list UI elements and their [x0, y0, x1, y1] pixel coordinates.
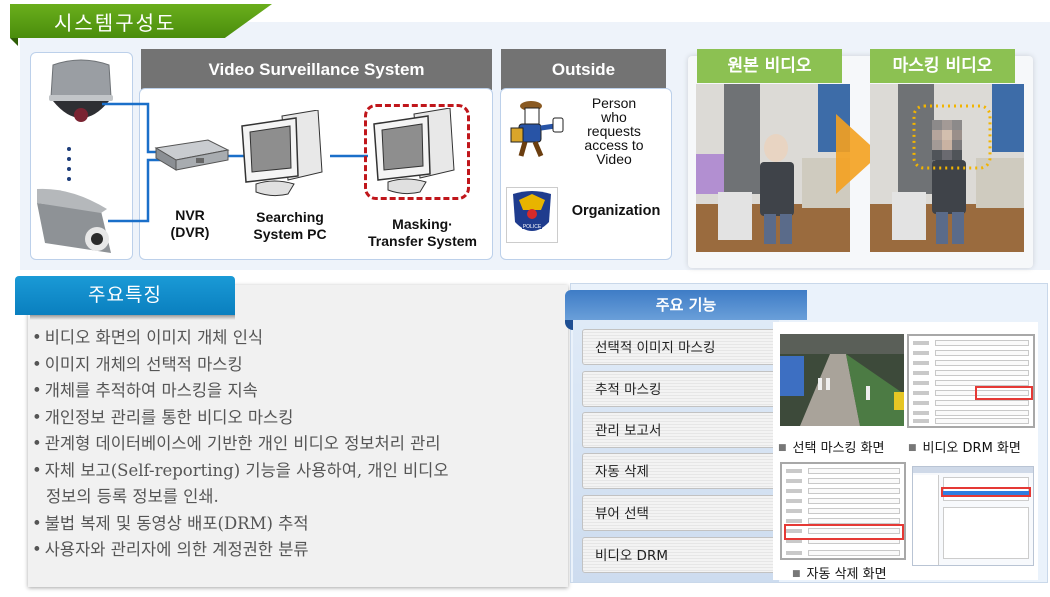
searching-pc-label: Searching System PC: [240, 209, 340, 243]
function-button-selective-masking[interactable]: 선택적 이미지 마스킹: [582, 329, 778, 365]
requester-label-line: requests: [587, 123, 641, 139]
requester-label-line: Video: [596, 151, 632, 167]
feature-item: • 개체를 추적하여 마스킹을 지속: [32, 378, 449, 405]
requester-person-icon: [510, 101, 564, 157]
function-button-viewer-select[interactable]: 뷰어 선택: [582, 495, 778, 531]
police-badge-frame: POLICE: [506, 187, 558, 243]
bullet-icon: •: [32, 407, 42, 427]
feature-item: • 관계형 데이터베이스에 기반한 개인 비디오 정보처리 관리: [32, 431, 449, 458]
bullet-icon: •: [32, 354, 42, 374]
feature-text-continuation: 정보의 등록 정보를 인쇄.: [46, 487, 219, 506]
requester-label-line: access to: [584, 137, 644, 153]
bullet-icon: •: [32, 513, 42, 533]
selective-masking-screenshot: [780, 334, 904, 426]
feature-text: 자체 보고(Self-reporting) 기능을 사용하여, 개인 비디오: [44, 460, 449, 480]
features-tab-shadow: [30, 315, 235, 320]
square-bullet-icon: ■: [792, 569, 801, 579]
features-title: 주요특징: [15, 276, 235, 315]
bullet-icon: •: [32, 540, 42, 559]
function-button-auto-delete[interactable]: 자동 삭제: [582, 453, 778, 489]
feature-item: • 비디오 화면의 이미지 개체 인식: [32, 325, 449, 352]
feature-item: • 사용자와 관리자에 의한 계정권한 분류: [32, 537, 449, 564]
street-scene-image: [780, 334, 904, 426]
searching-pc-label-line: Searching: [256, 209, 324, 225]
auto-delete-highlight-box: [784, 524, 904, 540]
drm-app-highlight-box: [941, 487, 1031, 497]
feature-text: 개인정보 관리를 통한 비디오 마스킹: [44, 407, 294, 427]
masked-video-frame: [870, 84, 1024, 252]
feature-text: 관계형 데이터베이스에 기반한 개인 비디오 정보처리 관리: [44, 434, 441, 453]
nvr-label-line: NVR: [175, 207, 205, 223]
feature-item: • 이미지 개체의 선택적 마스킹: [32, 352, 449, 379]
nvr-label: NVR (DVR): [160, 207, 220, 241]
masking-system-label-line: Transfer System: [368, 233, 477, 249]
police-badge-icon: POLICE: [513, 191, 551, 231]
feature-text: 이미지 개체의 선택적 마스킹: [44, 354, 243, 374]
masked-video-label: 마스킹 비디오: [870, 49, 1015, 83]
square-bullet-icon: ■: [778, 443, 787, 453]
caption-text: 비디오 DRM 화면: [922, 441, 1021, 456]
requester-label: Person who requests access to Video: [572, 96, 656, 166]
organization-label: Organization: [571, 203, 661, 219]
bullet-icon: •: [32, 328, 42, 347]
video-drm-caption: ■ 비디오 DRM 화면: [908, 437, 1021, 456]
drm-highlight-box: [975, 386, 1033, 400]
features-list: • 비디오 화면의 이미지 개체 인식 • 이미지 개체의 선택적 마스킹 • 개체를…: [32, 325, 449, 564]
feature-item: • 불법 복제 및 동영상 배포(DRM) 추적: [32, 511, 449, 538]
bullet-icon: •: [32, 460, 42, 480]
nvr-label-line: (DVR): [170, 224, 210, 240]
feature-text: 비디오 화면의 이미지 개체 인식: [44, 328, 264, 347]
functions-title: 주요 기능: [565, 290, 807, 320]
feature-text: 불법 복제 및 동영상 배포(DRM) 추적: [44, 513, 309, 533]
original-video-frame: [696, 84, 850, 252]
original-video-image: [696, 84, 850, 252]
feature-text: 사용자와 관리자에 의한 계정권한 분류: [44, 540, 309, 559]
caption-text: 선택 마스킹 화면: [792, 441, 885, 456]
bullet-icon: •: [32, 381, 42, 400]
nvr-recorder-icon: [154, 139, 230, 171]
masking-system-label-line: Masking·: [392, 216, 453, 232]
drm-application-screenshot: [912, 466, 1034, 566]
caption-text: 자동 삭제 화면: [806, 567, 887, 582]
searching-pc-icon: [241, 110, 323, 197]
svg-text:POLICE: POLICE: [523, 224, 542, 230]
bullet-icon: •: [32, 434, 42, 453]
video-drm-screenshot: [907, 334, 1035, 428]
feature-item: • 자체 보고(Self-reporting) 기능을 사용하여, 개인 비디오정…: [32, 458, 449, 511]
masked-video-image: [870, 84, 1024, 252]
outside-header: Outside: [501, 49, 666, 90]
masking-system-pc-icon: [373, 108, 455, 195]
function-button-management-report[interactable]: 관리 보고서: [582, 412, 778, 448]
selective-masking-caption: ■ 선택 마스킹 화면: [778, 437, 885, 456]
function-button-video-drm[interactable]: 비디오 DRM: [582, 537, 778, 573]
original-video-label: 원본 비디오: [697, 49, 842, 83]
requester-label-line: Person: [591, 95, 637, 111]
auto-delete-caption: ■ 자동 삭제 화면: [792, 563, 887, 582]
auto-delete-screenshot: [780, 462, 906, 560]
searching-pc-label-line: System PC: [253, 226, 327, 242]
feature-text: 개체를 추적하여 마스킹을 지속: [44, 381, 258, 400]
feature-item: • 개인정보 관리를 통한 비디오 마스킹: [32, 405, 449, 432]
function-button-tracking-masking[interactable]: 추적 마스킹: [582, 371, 778, 407]
pixelated-face-mask: [932, 120, 962, 160]
masking-system-label: Masking· Transfer System: [355, 216, 490, 250]
square-bullet-icon: ■: [908, 443, 917, 453]
requester-label-line: who: [601, 109, 627, 125]
